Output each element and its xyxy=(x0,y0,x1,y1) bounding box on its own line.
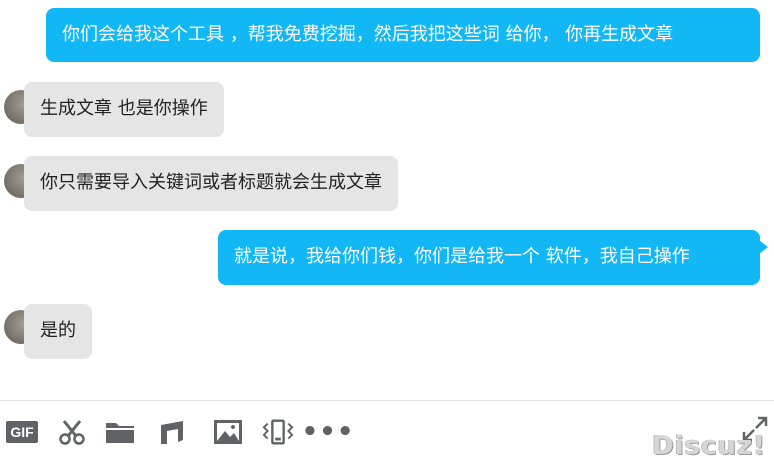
message-text: 是的 xyxy=(40,320,76,341)
more-button[interactable]: ••• xyxy=(302,418,354,446)
gif-icon: GIF xyxy=(6,421,38,443)
message-incoming[interactable]: 是的 xyxy=(24,304,92,359)
message-incoming-row: 是的 xyxy=(4,304,92,359)
file-button[interactable] xyxy=(104,418,136,446)
message-outgoing[interactable]: 就是说，我给你们钱，你们是给我一个 软件，我自己操作 xyxy=(218,230,760,285)
image-icon xyxy=(214,420,242,444)
screenshot-button[interactable] xyxy=(56,418,88,446)
chat-history: 你们会给我这个工具 ，帮我免费挖掘，然后我把这些词 给你， 你再生成文章 生成文… xyxy=(0,0,774,400)
message-incoming-row: 你只需要导入关键词或者标题就会生成文章 xyxy=(4,156,398,211)
gif-button[interactable]: GIF xyxy=(6,418,38,446)
message-text: 就是说，我给你们钱，你们是给我一个 软件，我自己操作 xyxy=(234,246,690,267)
discuz-watermark: Discuz! xyxy=(652,431,766,461)
shake-button[interactable] xyxy=(262,418,294,446)
message-incoming[interactable]: 生成文章 也是你操作 xyxy=(24,82,224,137)
message-outgoing[interactable]: 你们会给我这个工具 ，帮我免费挖掘，然后我把这些词 给你， 你再生成文章 xyxy=(46,8,760,62)
folder-icon xyxy=(106,423,134,443)
message-incoming[interactable]: 你只需要导入关键词或者标题就会生成文章 xyxy=(24,156,398,211)
music-icon xyxy=(161,421,183,444)
shake-icon xyxy=(262,419,294,445)
message-text: 生成文章 也是你操作 xyxy=(40,98,208,119)
scissors-icon xyxy=(59,420,85,445)
message-text: 你只需要导入关键词或者标题就会生成文章 xyxy=(40,172,382,193)
message-text: 你们会给我这个工具 ，帮我免费挖掘，然后我把这些词 给你， 你再生成文章 xyxy=(62,24,674,45)
image-button[interactable] xyxy=(212,418,244,446)
toolbar-divider xyxy=(0,400,774,401)
more-icon: ••• xyxy=(301,417,355,447)
music-button[interactable] xyxy=(156,418,188,446)
bubble-tail xyxy=(759,240,768,254)
message-incoming-row: 生成文章 也是你操作 xyxy=(4,82,224,137)
